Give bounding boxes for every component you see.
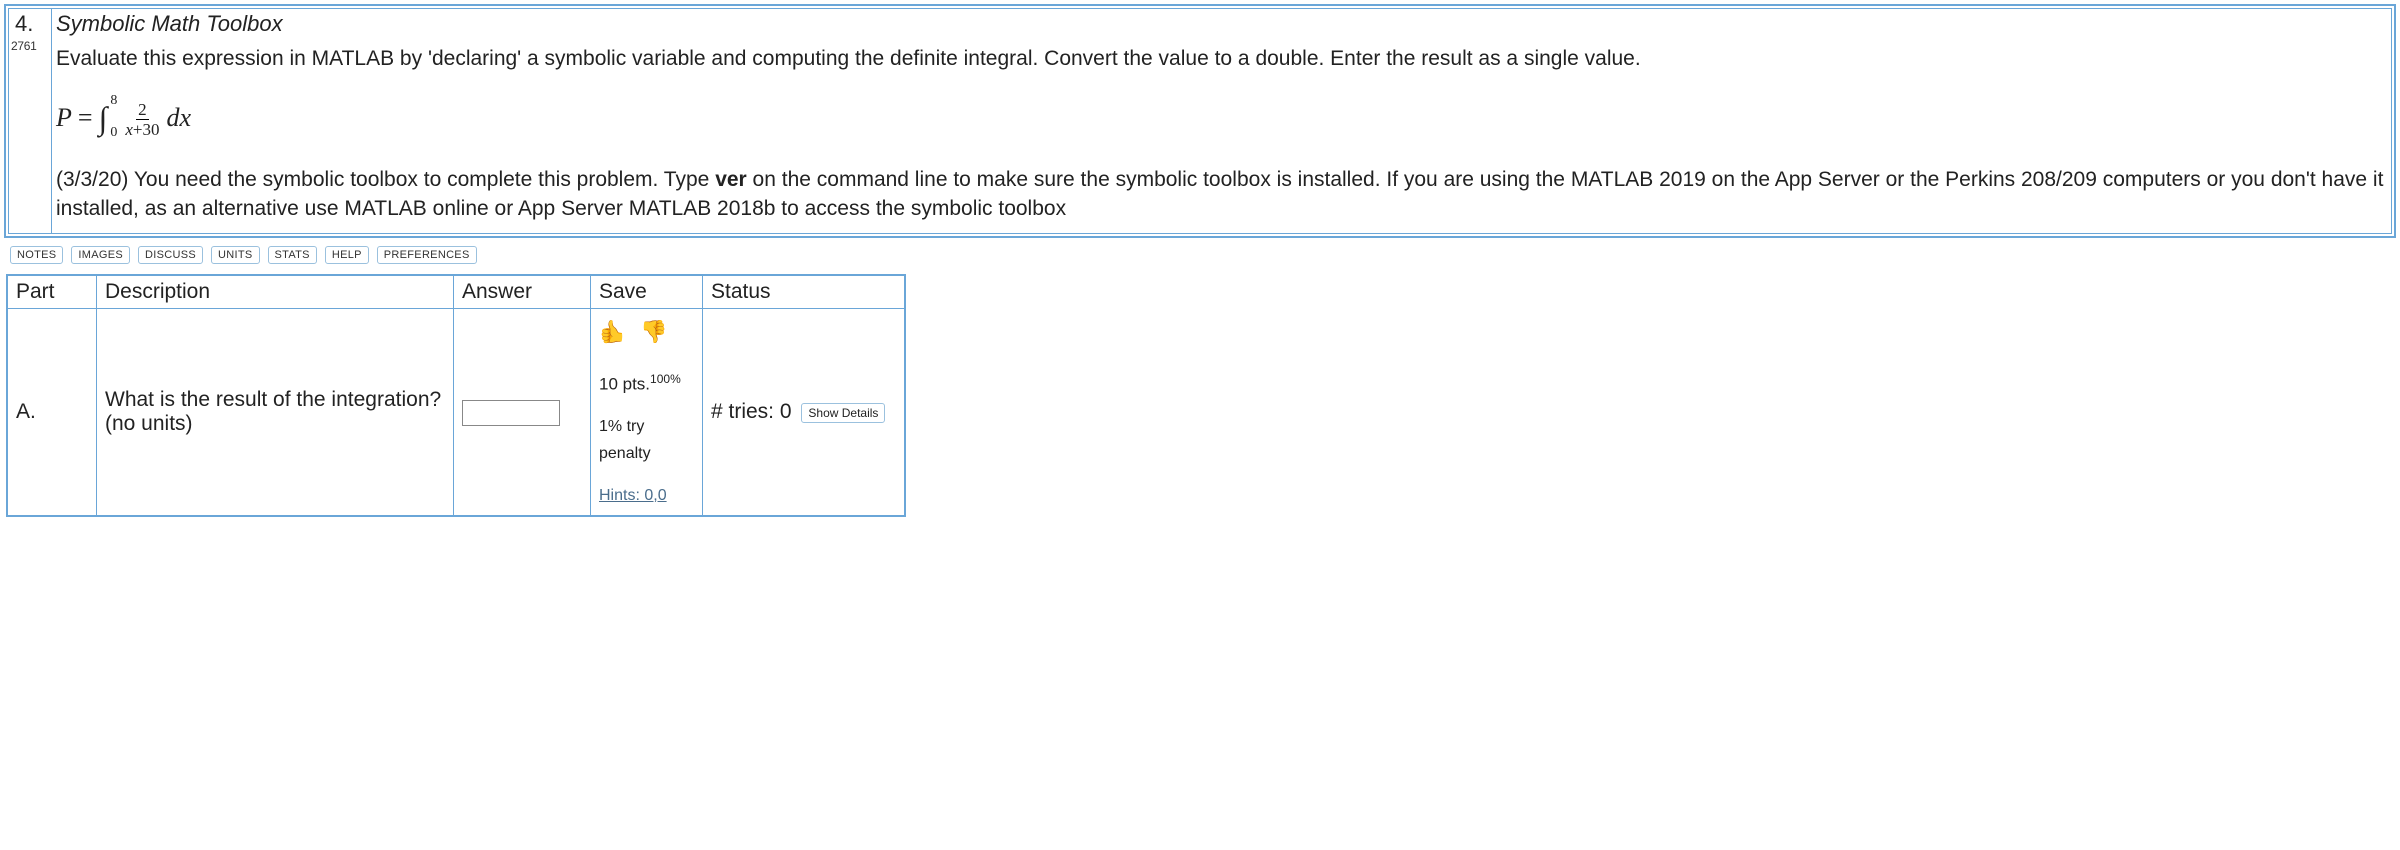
thumbs-down-icon[interactable]: 👎: [640, 313, 667, 350]
question-id: 2761: [9, 39, 51, 55]
header-part: Part: [7, 275, 97, 309]
fraction-denominator: x+30: [125, 120, 159, 138]
links-row: NOTES IMAGES DISCUSS UNITS STATS HELP PR…: [10, 246, 2396, 264]
integral-upper: 8: [110, 94, 117, 108]
question-body: Symbolic Math Toolbox Evaluate this expr…: [52, 9, 2391, 233]
integral-lower: 0: [110, 126, 117, 140]
thumbs-up-icon[interactable]: 👍: [599, 313, 626, 350]
hints-link[interactable]: Hints: 0,0: [599, 482, 667, 509]
points-percent: 100%: [650, 372, 681, 386]
cell-answer: [454, 309, 591, 517]
preferences-link[interactable]: PREFERENCES: [377, 246, 477, 264]
fraction-var: x: [125, 120, 133, 139]
cell-status: # tries: 0 Show Details: [703, 309, 906, 517]
equation-dx: dx: [166, 103, 191, 133]
points-line: 10 pts.100%: [599, 369, 694, 400]
header-answer: Answer: [454, 275, 591, 309]
question-row: 4. 2761 Symbolic Math Toolbox Evaluate t…: [8, 8, 2392, 234]
equation-eq: =: [78, 103, 93, 133]
cell-description: What is the result of the integration? (…: [97, 309, 454, 517]
table-row: A. What is the result of the integration…: [7, 309, 905, 517]
cell-save: 👍 👎 10 pts.100% 1% try penalty Hints: 0,…: [591, 309, 703, 517]
answer-table: Part Description Answer Save Status A. W…: [6, 274, 906, 517]
units-link[interactable]: UNITS: [211, 246, 260, 264]
images-link[interactable]: IMAGES: [71, 246, 130, 264]
stats-link[interactable]: STATS: [268, 246, 317, 264]
question-number: 4.: [9, 9, 51, 39]
header-status: Status: [703, 275, 906, 309]
question-instructions: Evaluate this expression in MATLAB by 'd…: [56, 45, 2385, 73]
thumbs-row: 👍 👎: [599, 313, 694, 351]
equation: P = ∫ 8 0 2 x+30 dx: [56, 99, 2385, 136]
note-pre: (3/3/20) You need the symbolic toolbox t…: [56, 168, 715, 191]
fraction-numerator: 2: [136, 101, 149, 120]
help-link[interactable]: HELP: [325, 246, 369, 264]
notes-link[interactable]: NOTES: [10, 246, 63, 264]
show-details-button[interactable]: Show Details: [801, 403, 885, 423]
header-description: Description: [97, 275, 454, 309]
integral-symbol: ∫ 8 0: [99, 102, 108, 134]
penalty-label: 1% try penalty: [599, 413, 694, 467]
question-note: (3/3/20) You need the symbolic toolbox t…: [56, 166, 2385, 223]
equation-lhs: P: [56, 103, 72, 133]
table-header-row: Part Description Answer Save Status: [7, 275, 905, 309]
note-bold: ver: [715, 168, 747, 191]
question-title: Symbolic Math Toolbox: [56, 11, 2385, 37]
points-label: 10 pts.: [599, 374, 650, 393]
fraction-const: +30: [133, 120, 160, 139]
answer-input[interactable]: [462, 400, 560, 426]
question-left-col: 4. 2761: [9, 9, 52, 233]
fraction: 2 x+30: [125, 101, 159, 138]
header-save: Save: [591, 275, 703, 309]
cell-part: A.: [7, 309, 97, 517]
question-container: 4. 2761 Symbolic Math Toolbox Evaluate t…: [4, 4, 2396, 238]
tries-label: # tries: 0: [711, 400, 792, 423]
discuss-link[interactable]: DISCUSS: [138, 246, 203, 264]
